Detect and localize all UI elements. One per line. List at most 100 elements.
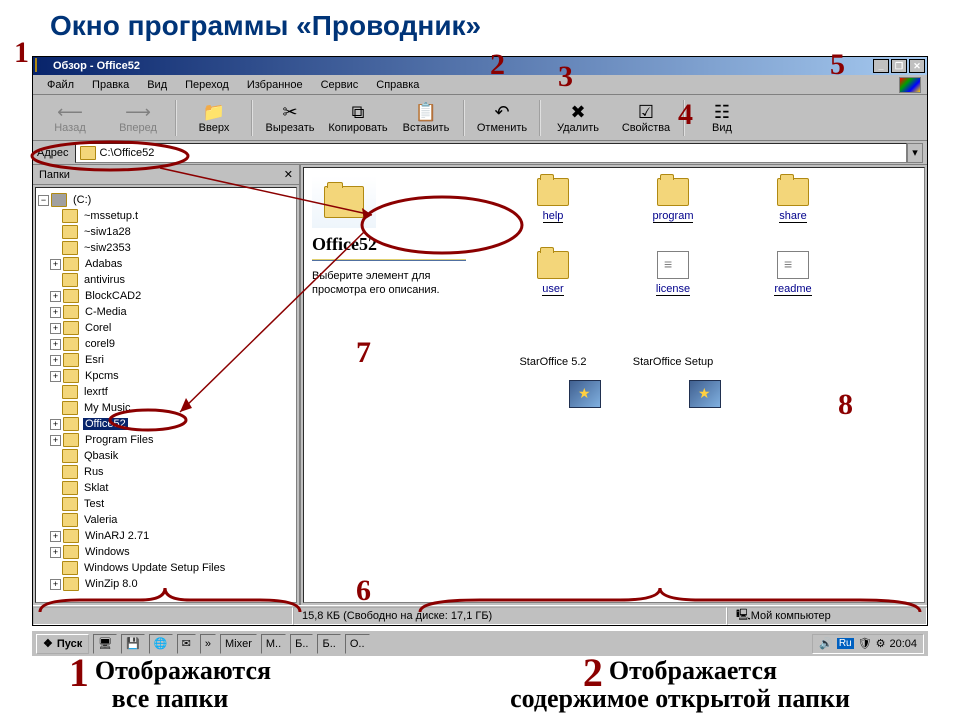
paste-button[interactable]: 📋Вставить (393, 98, 459, 138)
scissors-icon: ✂ (282, 102, 297, 122)
explorer-body: Папки ✕ −(C:)~mssetup.t~siw1a28~siw2353+… (33, 165, 927, 605)
tree-node[interactable]: Qbasik (38, 448, 294, 464)
tree-node[interactable]: +Kpcms (38, 368, 294, 384)
tree-node[interactable]: ~siw2353 (38, 240, 294, 256)
tree-node[interactable]: antivirus (38, 272, 294, 288)
tree-node[interactable]: +Windows (38, 544, 294, 560)
tree-node[interactable]: My Music (38, 400, 294, 416)
slide-title: Окно программы «Проводник» (0, 0, 960, 48)
folder-icon (80, 146, 96, 160)
address-value: C:\Office52 (100, 147, 155, 159)
menu-file[interactable]: Файл (39, 77, 82, 93)
cut-button[interactable]: ✂Вырезать (257, 98, 323, 138)
tree-node[interactable]: ~siw1a28 (38, 224, 294, 240)
delete-button[interactable]: ✖Удалить (545, 98, 611, 138)
maximize-button[interactable]: ❐ (891, 59, 907, 73)
grid-item[interactable]: license (628, 251, 718, 296)
quicklaunch-icon[interactable]: ✉ (177, 634, 196, 654)
tree-node[interactable]: +WinZip 8.0 (38, 576, 294, 592)
views-icon: ☷ (714, 102, 730, 122)
menu-help[interactable]: Справка (368, 77, 427, 93)
tree-node[interactable]: +WinARJ 2.71 (38, 528, 294, 544)
grid-item[interactable]: StarOffice 5.2 (508, 324, 598, 368)
tree-node[interactable]: Sklat (38, 480, 294, 496)
divider (312, 259, 466, 261)
taskbar: ❖ Пуск 🖥 💾 🌐 ✉ » Mixer M.. Б.. Б.. О.. 🔊… (32, 630, 928, 656)
tree-node[interactable]: ~mssetup.t (38, 208, 294, 224)
folder-icon (537, 251, 569, 279)
doc-icon (777, 251, 809, 279)
address-field[interactable]: C:\Office52 (75, 143, 908, 163)
menubar: Файл Правка Вид Переход Избранное Сервис… (33, 75, 927, 95)
tree-node[interactable]: +Esri (38, 352, 294, 368)
windows-logo-icon (899, 77, 921, 93)
menu-favorites[interactable]: Избранное (239, 77, 311, 93)
separator (683, 100, 685, 136)
folder-icon (35, 59, 49, 73)
back-button[interactable]: ⟵Назад (37, 98, 103, 138)
taskbar-item[interactable]: M.. (261, 634, 286, 654)
window-controls: _ ❐ ✕ (873, 59, 925, 73)
tree-node[interactable]: +Office52 (38, 416, 294, 432)
quicklaunch-icon[interactable]: 💾 (121, 634, 145, 654)
menu-go[interactable]: Переход (177, 77, 237, 93)
caption-1: 1Отображаютсявсе папки (10, 658, 330, 712)
caption-2: 2Отображаетсясодержимое открытой папки (410, 658, 950, 712)
quicklaunch-expand[interactable]: » (200, 634, 216, 654)
status-mid: 15,8 КБ (Свободно на диске: 17,1 ГБ) (293, 607, 727, 625)
tree-node[interactable]: Valeria (38, 512, 294, 528)
tree-node[interactable]: Test (38, 496, 294, 512)
tray-icon[interactable]: 🔊 (819, 637, 833, 650)
copy-button[interactable]: ⧉Копировать (325, 98, 391, 138)
folder-icon (537, 178, 569, 206)
language-indicator[interactable]: Ru (837, 638, 854, 649)
minimize-button[interactable]: _ (873, 59, 889, 73)
up-button[interactable]: 📁Вверх (181, 98, 247, 138)
content-area: Office52 Выберите элемент для просмотра … (303, 167, 925, 603)
tree-node[interactable]: +corel9 (38, 336, 294, 352)
tree-node[interactable]: +C-Media (38, 304, 294, 320)
tree-node[interactable]: +Corel (38, 320, 294, 336)
info-pane: Office52 Выберите элемент для просмотра … (304, 168, 474, 602)
arrow-right-icon: ⟶ (125, 102, 151, 122)
grid-item[interactable]: StarOffice Setup (628, 324, 718, 368)
tree-node[interactable]: +BlockCAD2 (38, 288, 294, 304)
tree-node[interactable]: Rus (38, 464, 294, 480)
status-bar: 15,8 КБ (Свободно на диске: 17,1 ГБ) 🖳 М… (33, 605, 927, 625)
clipboard-icon: 📋 (415, 102, 437, 122)
info-title: Office52 (312, 234, 466, 255)
close-button[interactable]: ✕ (909, 59, 925, 73)
folders-header: Папки ✕ (33, 165, 299, 185)
quicklaunch-icon[interactable]: 🌐 (149, 634, 173, 654)
menu-edit[interactable]: Правка (84, 77, 137, 93)
tree-node[interactable]: +Program Files (38, 432, 294, 448)
tree-node[interactable]: +Adabas (38, 256, 294, 272)
close-panel-button[interactable]: ✕ (284, 168, 293, 181)
taskbar-item[interactable]: Б.. (290, 634, 313, 654)
menu-tools[interactable]: Сервис (313, 77, 367, 93)
taskbar-item[interactable]: О.. (345, 634, 370, 654)
tray-icon[interactable]: 🛡 (858, 637, 872, 650)
undo-button[interactable]: ↶Отменить (469, 98, 535, 138)
tree-node[interactable]: lexrtf (38, 384, 294, 400)
tray-icon[interactable]: ⚙ (876, 637, 886, 650)
grid-item[interactable]: user (508, 251, 598, 296)
address-dropdown-button[interactable]: ▾ (907, 143, 923, 163)
taskbar-item[interactable]: Б.. (317, 634, 340, 654)
grid-item[interactable]: share (748, 178, 838, 223)
views-button[interactable]: ☷Вид (689, 98, 755, 138)
tree-node[interactable]: Windows Update Setup Files (38, 560, 294, 576)
grid-item[interactable]: help (508, 178, 598, 223)
chevron-down-icon: ▾ (912, 146, 918, 159)
folder-up-icon: 📁 (203, 102, 225, 122)
folder-tree[interactable]: −(C:)~mssetup.t~siw1a28~siw2353+Adabasan… (35, 187, 297, 603)
quicklaunch-icon[interactable]: 🖥 (93, 634, 117, 654)
forward-button[interactable]: ⟶Вперед (105, 98, 171, 138)
properties-button[interactable]: ☑Свойства (613, 98, 679, 138)
grid-item[interactable]: program (628, 178, 718, 223)
grid-item[interactable]: readme (748, 251, 838, 296)
tree-root[interactable]: −(C:) (38, 192, 294, 208)
taskbar-item[interactable]: Mixer (220, 634, 257, 654)
address-bar: Адрес C:\Office52 ▾ (33, 141, 927, 165)
menu-view[interactable]: Вид (139, 77, 175, 93)
